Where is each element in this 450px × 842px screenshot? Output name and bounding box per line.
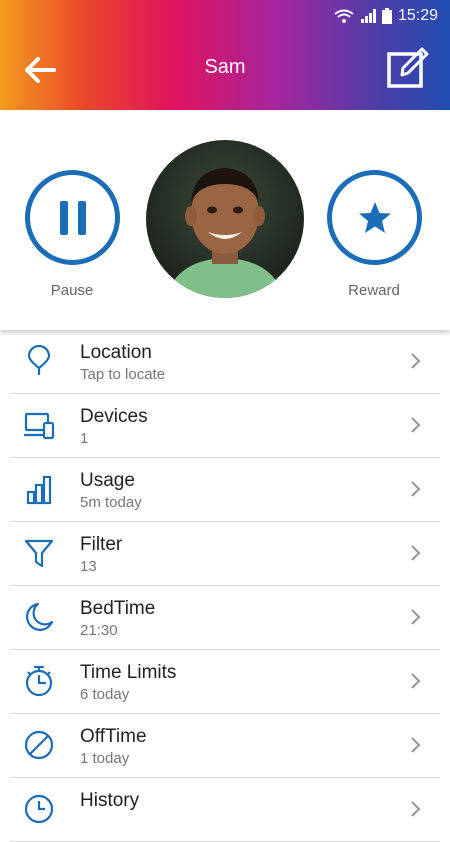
app-header: 15:29 Sam — [0, 0, 450, 110]
reward-label: Reward — [348, 282, 400, 299]
signal-icon — [360, 9, 376, 23]
list-item-label: Time Limits — [80, 662, 177, 683]
battery-icon — [381, 8, 392, 24]
list-item-bedtime[interactable]: BedTime 21:30 — [10, 586, 440, 650]
block-icon — [24, 730, 54, 760]
list-item-subtext: 21:30 — [80, 622, 118, 639]
status-bar: 15:29 — [334, 6, 438, 26]
list-item-subtext: 1 — [80, 430, 89, 447]
status-time: 15:29 — [397, 7, 438, 24]
edit-button[interactable] — [386, 46, 430, 90]
pause-label: Pause — [50, 282, 94, 299]
list-item-label: OffTime — [80, 726, 147, 747]
child-photo — [146, 140, 304, 298]
list-item-subtext: 1 today — [80, 750, 130, 767]
filter-icon — [24, 539, 54, 568]
pause-icon — [59, 200, 86, 235]
list-item-location[interactable]: Location Tap to locate — [10, 330, 440, 394]
chevron-right-icon — [411, 353, 421, 369]
list-item-label: Usage — [80, 470, 135, 491]
list-item-filter[interactable]: Filter 13 — [10, 522, 440, 586]
chevron-right-icon — [411, 673, 421, 689]
moon-icon — [25, 602, 54, 631]
chevron-right-icon — [411, 545, 421, 561]
page-title: Sam — [204, 56, 246, 78]
avatar[interactable] — [146, 140, 304, 298]
chevron-right-icon — [411, 801, 421, 817]
clock-icon — [24, 794, 54, 824]
child-profile-panel: Pause Reward — [0, 110, 450, 330]
list-item-label: Filter — [80, 534, 123, 555]
reward-button[interactable] — [327, 170, 422, 265]
bar-chart-icon — [26, 475, 52, 505]
chevron-right-icon — [411, 609, 421, 625]
chevron-right-icon — [411, 737, 421, 753]
list-item-offtime[interactable]: OffTime 1 today — [10, 714, 440, 778]
list-item-subtext: Tap to locate — [80, 366, 166, 383]
list-item-subtext: 5m today — [80, 494, 142, 511]
chevron-right-icon — [411, 481, 421, 497]
list-item-label: History — [80, 790, 140, 811]
wifi-icon — [334, 9, 354, 23]
devices-icon — [24, 412, 55, 440]
pause-button[interactable] — [25, 170, 120, 265]
list-item-history[interactable]: History — [10, 778, 440, 842]
edit-icon — [387, 47, 429, 88]
location-pin-icon — [27, 344, 51, 375]
list-item-subtext: 6 today — [80, 686, 130, 703]
list-item-label: Location — [80, 342, 152, 363]
chevron-right-icon — [411, 417, 421, 433]
list-item-subtext: 13 — [80, 558, 97, 575]
list-item-label: BedTime — [80, 598, 156, 619]
list-item-devices[interactable]: Devices 1 — [10, 394, 440, 458]
list-item-label: Devices — [80, 406, 148, 427]
list-item-time-limits[interactable]: Time Limits 6 today — [10, 650, 440, 714]
stopwatch-icon — [25, 665, 53, 697]
settings-list: Location Tap to locate Devices 1 Usage 5… — [0, 330, 450, 842]
list-item-usage[interactable]: Usage 5m today — [10, 458, 440, 522]
star-icon — [358, 201, 391, 233]
